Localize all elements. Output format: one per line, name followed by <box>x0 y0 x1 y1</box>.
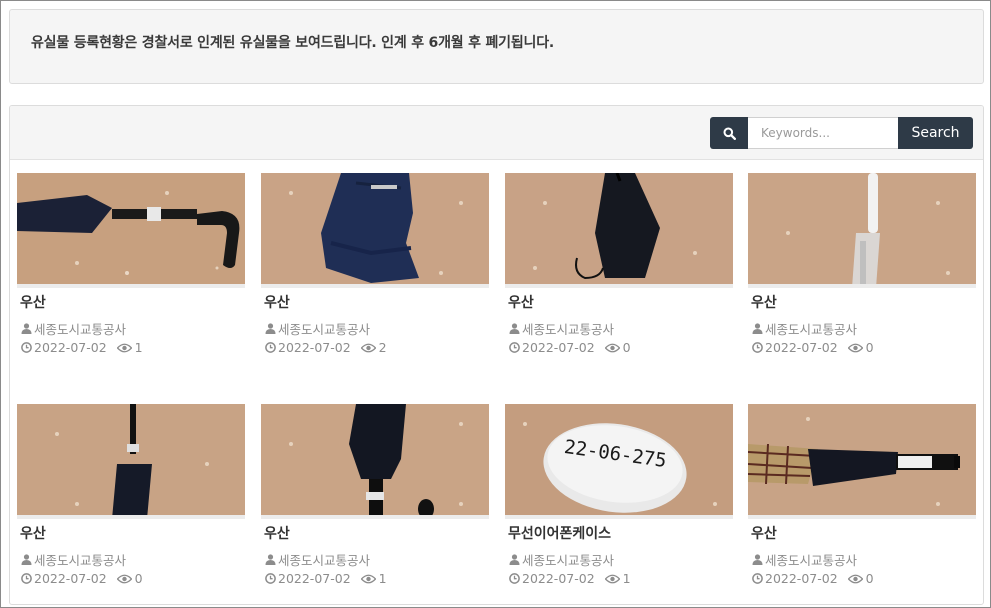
user-icon <box>264 322 277 335</box>
eye-icon <box>848 572 864 585</box>
item-org: 세종도시교통공사 <box>278 553 371 568</box>
item-title[interactable]: 우산 <box>751 292 976 312</box>
item-photo[interactable] <box>748 173 976 288</box>
item-date: 2022-07-02 <box>522 340 595 355</box>
search-icon-button[interactable] <box>710 117 748 149</box>
user-icon <box>508 322 521 335</box>
item-date: 2022-07-02 <box>522 571 595 586</box>
list-item[interactable]: 우산 세종도시교통공사 2022-07-02 0 <box>505 173 733 355</box>
list-item[interactable]: 우산 세종도시교통공사 2022-07-02 0 <box>17 404 245 586</box>
clock-icon <box>264 572 277 585</box>
eye-icon <box>117 572 133 585</box>
clock-icon <box>20 572 33 585</box>
search-bar: Search <box>710 117 973 149</box>
clock-icon <box>508 572 521 585</box>
eye-icon <box>848 341 864 354</box>
item-views: 0 <box>865 340 874 355</box>
list-item[interactable]: 우산 세종도시교통공사 2022-07-02 2 <box>261 173 489 355</box>
item-views: 0 <box>865 571 874 586</box>
clock-icon <box>508 341 521 354</box>
item-org: 세종도시교통공사 <box>522 553 615 568</box>
item-date: 2022-07-02 <box>34 571 107 586</box>
list-item[interactable]: 우산 세종도시교통공사 2022-07-02 1 <box>261 404 489 586</box>
search-input[interactable] <box>748 117 898 149</box>
item-title[interactable]: 우산 <box>751 523 976 543</box>
item-views: 2 <box>378 340 387 355</box>
item-org: 세종도시교통공사 <box>522 322 615 337</box>
item-views: 0 <box>134 571 143 586</box>
panel-header: Search <box>10 106 983 160</box>
item-photo[interactable] <box>505 173 733 288</box>
notice-text: 유실물 등록현황은 경찰서로 인계된 유실물을 보여드립니다. 인계 후 6개월… <box>31 35 554 51</box>
clock-icon <box>751 341 764 354</box>
list-item[interactable]: 22-06-275 무선이어폰케이스 세종도시교통공사 2022-07-02 1 <box>505 404 733 586</box>
item-title[interactable]: 우산 <box>20 292 245 312</box>
eye-icon <box>117 341 133 354</box>
page-frame: 유실물 등록현황은 경찰서로 인계된 유실물을 보여드립니다. 인계 후 6개월… <box>0 0 991 608</box>
item-date: 2022-07-02 <box>278 340 351 355</box>
lost-items-panel: Search 우산 세종도시교통공사 <box>9 105 984 605</box>
eye-icon <box>361 572 377 585</box>
item-photo[interactable] <box>17 404 245 519</box>
notice-box: 유실물 등록현황은 경찰서로 인계된 유실물을 보여드립니다. 인계 후 6개월… <box>9 9 984 84</box>
item-photo[interactable] <box>261 173 489 288</box>
item-title[interactable]: 우산 <box>264 523 489 543</box>
user-icon <box>751 553 764 566</box>
item-views: 0 <box>622 340 631 355</box>
search-icon <box>723 127 736 140</box>
item-title[interactable]: 무선이어폰케이스 <box>508 523 733 543</box>
item-date: 2022-07-02 <box>34 340 107 355</box>
user-icon <box>264 553 277 566</box>
clock-icon <box>751 572 764 585</box>
item-views: 1 <box>378 571 387 586</box>
user-icon <box>20 553 33 566</box>
clock-icon <box>20 341 33 354</box>
search-button[interactable]: Search <box>898 117 973 149</box>
item-title[interactable]: 우산 <box>264 292 489 312</box>
list-item[interactable]: 우산 세종도시교통공사 2022-07-02 0 <box>748 173 976 355</box>
item-date: 2022-07-02 <box>765 340 838 355</box>
item-org: 세종도시교통공사 <box>34 553 127 568</box>
item-date: 2022-07-02 <box>765 571 838 586</box>
eye-icon <box>361 341 377 354</box>
item-photo[interactable] <box>261 404 489 519</box>
item-views: 1 <box>622 571 631 586</box>
user-icon <box>20 322 33 335</box>
eye-icon <box>605 572 621 585</box>
user-icon <box>508 553 521 566</box>
item-title[interactable]: 우산 <box>508 292 733 312</box>
item-views: 1 <box>134 340 143 355</box>
clock-icon <box>264 341 277 354</box>
eye-icon <box>605 341 621 354</box>
item-date: 2022-07-02 <box>278 571 351 586</box>
item-photo[interactable] <box>748 404 976 519</box>
item-photo[interactable] <box>17 173 245 288</box>
item-org: 세종도시교통공사 <box>765 322 858 337</box>
item-org: 세종도시교통공사 <box>34 322 127 337</box>
item-org: 세종도시교통공사 <box>765 553 858 568</box>
item-photo[interactable]: 22-06-275 <box>505 404 733 519</box>
item-org: 세종도시교통공사 <box>278 322 371 337</box>
user-icon <box>751 322 764 335</box>
list-item[interactable]: 우산 세종도시교통공사 2022-07-02 0 <box>748 404 976 586</box>
list-item[interactable]: 우산 세종도시교통공사 2022-07-02 1 <box>17 173 245 355</box>
item-title[interactable]: 우산 <box>20 523 245 543</box>
